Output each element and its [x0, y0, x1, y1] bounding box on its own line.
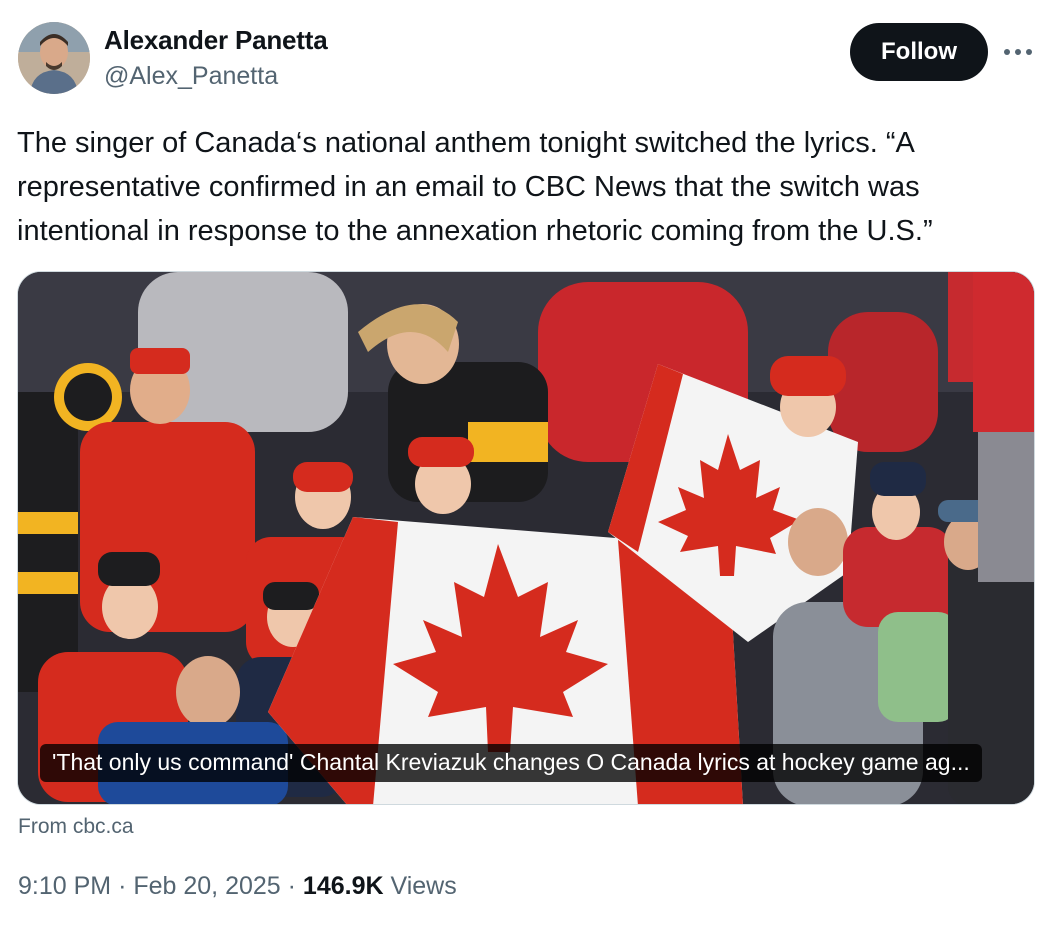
tweet-text: The singer of Canada‘s national anthem t…: [17, 127, 933, 247]
avatar[interactable]: [18, 22, 90, 94]
tweet-date[interactable]: Feb 20, 2025: [133, 872, 280, 900]
link-card[interactable]: 'That only us command' Chantal Kreviazuk…: [17, 271, 1035, 805]
more-options-button[interactable]: [1000, 38, 1036, 66]
avatar-photo: [18, 22, 90, 94]
author-name[interactable]: Alexander Panetta: [104, 25, 328, 56]
tweet-time[interactable]: 9:10 PM: [18, 872, 111, 900]
author-handle[interactable]: @Alex_Panetta: [104, 62, 278, 91]
meta-separator: ·: [287, 872, 296, 900]
tweet-metadata: 9:10 PM · Feb 20, 2025 · 146.9K Views: [18, 872, 457, 901]
card-caption: 'That only us command' Chantal Kreviazuk…: [40, 744, 982, 782]
card-image: [18, 272, 1034, 804]
more-horizontal-icon: [1004, 49, 1032, 55]
follow-button[interactable]: Follow: [850, 23, 988, 81]
card-source[interactable]: From cbc.ca: [18, 815, 134, 839]
meta-separator: ·: [118, 872, 127, 900]
views-label: Views: [390, 872, 457, 900]
views-count: 146.9K: [302, 872, 384, 900]
